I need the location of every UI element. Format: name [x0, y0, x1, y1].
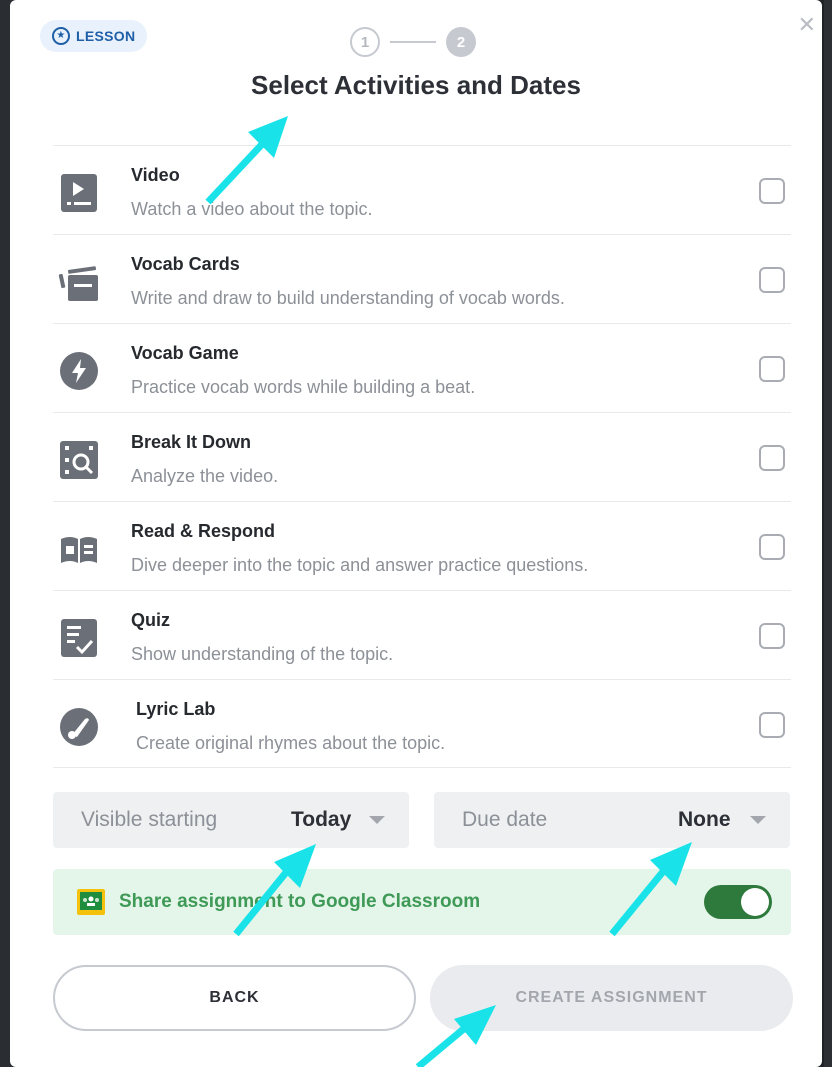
activity-checkbox[interactable]: [759, 712, 785, 738]
step-indicator: 1 2: [350, 27, 476, 57]
activity-row-lyric-lab[interactable]: Lyric Lab Create original rhymes about t…: [53, 679, 791, 768]
visible-starting-dropdown[interactable]: Visible starting Today: [53, 792, 409, 848]
activity-title: Quiz: [131, 610, 170, 630]
visible-starting-label: Visible starting: [81, 808, 218, 831]
due-date-value: None: [678, 808, 731, 831]
share-label: Share assignment to Google Classroom: [119, 891, 481, 912]
step-1: 1: [350, 27, 380, 57]
page-title: Select Activities and Dates: [251, 70, 581, 100]
activity-description: Watch a video about the topic.: [131, 199, 373, 219]
share-google-classroom: Share assignment to Google Classroom: [53, 869, 791, 935]
share-toggle[interactable]: [704, 885, 772, 919]
activity-row-vocab-cards[interactable]: Vocab Cards Write and draw to build unde…: [53, 234, 791, 323]
close-icon[interactable]: ✕: [798, 12, 816, 38]
lightning-icon: [60, 352, 98, 390]
activity-list: Video Watch a video about the topic. Voc…: [53, 145, 791, 768]
quiz-icon: [61, 619, 97, 657]
vocab-cards-icon: [58, 266, 98, 301]
activity-title: Break It Down: [131, 432, 252, 452]
visible-starting-value: Today: [291, 808, 352, 831]
activity-description: Analyze the video.: [131, 466, 279, 486]
activity-checkbox[interactable]: [759, 534, 785, 560]
step-2: 2: [446, 27, 476, 57]
star-icon: ★: [52, 27, 70, 45]
back-button[interactable]: BACK: [53, 965, 416, 1031]
create-assignment-button[interactable]: CREATE ASSIGNMENT: [430, 965, 793, 1031]
activity-title: Read & Respond: [131, 521, 276, 541]
activity-checkbox[interactable]: [759, 178, 785, 204]
step-connector: [390, 41, 436, 43]
activity-row-break-it-down[interactable]: Break It Down Analyze the video.: [53, 412, 791, 501]
lesson-badge: ★ LESSON: [40, 20, 148, 52]
activity-title: Lyric Lab: [136, 699, 216, 719]
activity-checkbox[interactable]: [759, 267, 785, 293]
activity-checkbox[interactable]: [759, 623, 785, 649]
activity-row-video[interactable]: Video Watch a video about the topic.: [53, 145, 791, 234]
activity-description: Create original rhymes about the topic.: [136, 733, 446, 753]
magnify-icon: [60, 441, 98, 479]
activity-description: Dive deeper into the topic and answer pr…: [131, 555, 589, 575]
due-date-label: Due date: [462, 808, 548, 831]
activity-row-read-respond[interactable]: Read & Respond Dive deeper into the topi…: [53, 501, 791, 590]
music-note-icon: [60, 708, 98, 746]
lesson-badge-label: LESSON: [76, 28, 136, 44]
chevron-down-icon: [750, 816, 766, 824]
activity-description: Practice vocab words while building a be…: [131, 377, 476, 397]
chevron-down-icon: [369, 816, 385, 824]
activity-title: Video: [131, 165, 180, 185]
toggle-knob: [741, 888, 769, 916]
activity-checkbox[interactable]: [759, 356, 785, 382]
activity-row-quiz[interactable]: Quiz Show understanding of the topic.: [53, 590, 791, 679]
google-classroom-icon: [77, 889, 105, 915]
due-date-dropdown[interactable]: Due date None: [434, 792, 790, 848]
backdrop: [824, 0, 832, 1067]
book-icon: [61, 537, 97, 563]
activity-checkbox[interactable]: [759, 445, 785, 471]
video-icon: [61, 174, 97, 212]
assignment-modal: ★ LESSON ✕ 1 2 Select Activities and Dat…: [10, 0, 822, 1067]
activity-title: Vocab Game: [131, 343, 239, 363]
activity-row-vocab-game[interactable]: Vocab Game Practice vocab words while bu…: [53, 323, 791, 412]
activity-description: Write and draw to build understanding of…: [131, 288, 565, 308]
activity-description: Show understanding of the topic.: [131, 644, 394, 664]
activity-title: Vocab Cards: [131, 254, 240, 274]
